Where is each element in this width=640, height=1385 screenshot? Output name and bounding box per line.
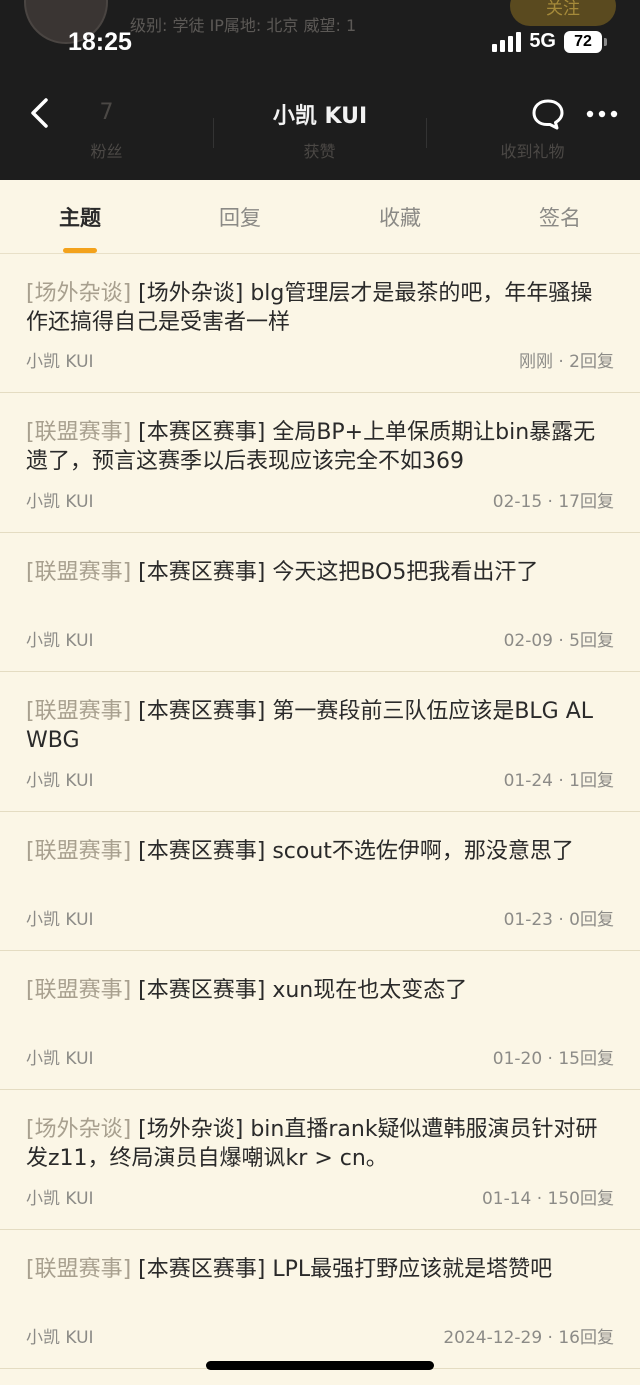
status-time: 18:25 [68, 28, 132, 56]
post-forum-tag: [联盟赛事] [26, 699, 132, 725]
stat-likes-label: 获赞 [303, 142, 336, 161]
post-title: [联盟赛事] [本赛区赛事] 今天这把BO5把我看出汗了 [26, 558, 614, 616]
active-tab-indicator [63, 248, 97, 253]
list-item[interactable]: [联盟赛事] [本赛区赛事] scout不选佐伊啊，那没意思了 小凯 KUI 01… [0, 812, 640, 951]
post-author: 小凯 KUI [26, 631, 94, 652]
post-meta: 02-09 · 5回复 [503, 631, 614, 652]
post-title: [联盟赛事] [本赛区赛事] scout不选佐伊啊，那没意思了 [26, 837, 614, 895]
post-forum-tag: [联盟赛事] [26, 420, 132, 446]
post-list: [场外杂谈] [场外杂谈] blg管理层才是最茶的吧，年年骚操作还搞得自己是受害… [0, 254, 640, 1370]
post-author: 小凯 KUI [26, 909, 94, 930]
post-author: 小凯 KUI [26, 491, 94, 512]
post-meta: 02-15 · 17回复 [492, 491, 614, 512]
profile-meta-line: 级别: 学徒 IP属地: 北京 威望: 1 [130, 16, 357, 35]
follow-button: 关注 [510, 0, 616, 26]
tab-signature[interactable]: 签名 [480, 202, 640, 232]
battery-icon: 72 [564, 30, 607, 53]
post-title-text: [本赛区赛事] 今天这把BO5把我看出汗了 [131, 559, 539, 585]
list-item[interactable]: [场外杂谈] [场外杂谈] bin直播rank疑似遭韩服演员针对研发z11，终局… [0, 1090, 640, 1230]
post-author: 小凯 KUI [26, 770, 94, 791]
post-title: [联盟赛事] [本赛区赛事] 全局BP+上单保质期让bin暴露无遗了，预言这赛季… [26, 418, 614, 476]
post-forum-tag: [联盟赛事] [26, 838, 132, 864]
post-meta: 刚刚 · 2回复 [518, 352, 614, 373]
network-type: 5G [529, 30, 556, 52]
post-meta: 01-14 · 150回复 [481, 1188, 614, 1209]
stat-gifts-label: 收到礼物 [500, 142, 565, 161]
post-forum-tag: [联盟赛事] [26, 977, 132, 1003]
list-item[interactable]: [联盟赛事] [本赛区赛事] 第一赛段前三队伍应该是BLG AL WBG 小凯 … [0, 672, 640, 812]
post-meta: 2024-12-29 · 16回复 [443, 1328, 614, 1349]
post-forum-tag: [联盟赛事] [26, 1256, 132, 1282]
list-item[interactable]: [场外杂谈] [场外杂谈] blg管理层才是最茶的吧，年年骚操作还搞得自己是受害… [0, 254, 640, 394]
tab-bar: 主题 回复 收藏 签名 [0, 180, 640, 254]
post-meta: 01-23 · 0回复 [503, 909, 614, 930]
tab-replies[interactable]: 回复 [160, 202, 320, 232]
chat-bubble-icon[interactable] [530, 97, 566, 131]
stat-fans-label: 粉丝 [90, 142, 123, 161]
post-author: 小凯 KUI [26, 1188, 94, 1209]
post-title-text: [本赛区赛事] scout不选佐伊啊，那没意思了 [131, 838, 574, 864]
post-title: [联盟赛事] [本赛区赛事] xun现在也太变态了 [26, 976, 614, 1034]
post-forum-tag: [场外杂谈] [26, 281, 132, 306]
post-author: 小凯 KUI [26, 352, 94, 373]
post-title-text: [本赛区赛事] LPL最强打野应该就是塔赞吧 [131, 1256, 553, 1282]
post-meta: 01-20 · 15回复 [492, 1049, 614, 1070]
battery-level: 72 [574, 32, 592, 50]
signal-icon [492, 31, 522, 52]
post-author: 小凯 KUI [26, 1049, 94, 1070]
post-author: 小凯 KUI [26, 1328, 94, 1349]
more-options-icon[interactable] [585, 104, 619, 124]
post-title-text: [本赛区赛事] xun现在也太变态了 [131, 977, 468, 1003]
list-item[interactable]: [联盟赛事] [本赛区赛事] LPL最强打野应该就是塔赞吧 小凯 KUI 2024… [0, 1230, 640, 1370]
post-title: [场外杂谈] [场外杂谈] bin直播rank疑似遭韩服演员针对研发z11，终局… [26, 1115, 614, 1173]
post-title: [联盟赛事] [本赛区赛事] LPL最强打野应该就是塔赞吧 [26, 1255, 614, 1313]
list-item[interactable]: [联盟赛事] [本赛区赛事] xun现在也太变态了 小凯 KUI 01-20 · … [0, 951, 640, 1091]
post-title: [场外杂谈] [场外杂谈] blg管理层才是最茶的吧，年年骚操作还搞得自己是受害… [26, 279, 614, 337]
tab-topics[interactable]: 主题 [0, 202, 160, 232]
status-indicators: 5G 72 [492, 30, 607, 53]
post-meta: 01-24 · 1回复 [503, 770, 614, 791]
home-indicator[interactable] [206, 1361, 434, 1370]
top-header: 级别: 学徒 IP属地: 北京 威望: 1 关注 7 粉丝 获赞 收到礼物 18… [0, 0, 640, 180]
list-item[interactable]: [联盟赛事] [本赛区赛事] 全局BP+上单保质期让bin暴露无遗了，预言这赛季… [0, 393, 640, 533]
scrolled-profile-underlay: 级别: 学徒 IP属地: 北京 威望: 1 关注 7 粉丝 获赞 收到礼物 [0, 0, 640, 180]
post-forum-tag: [联盟赛事] [26, 559, 132, 585]
tab-favorites[interactable]: 收藏 [320, 202, 480, 232]
post-title: [联盟赛事] [本赛区赛事] 第一赛段前三队伍应该是BLG AL WBG [26, 697, 614, 755]
post-forum-tag: [场外杂谈] [26, 1117, 132, 1143]
list-item[interactable]: [联盟赛事] [本赛区赛事] 今天这把BO5把我看出汗了 小凯 KUI 02-09… [0, 533, 640, 673]
